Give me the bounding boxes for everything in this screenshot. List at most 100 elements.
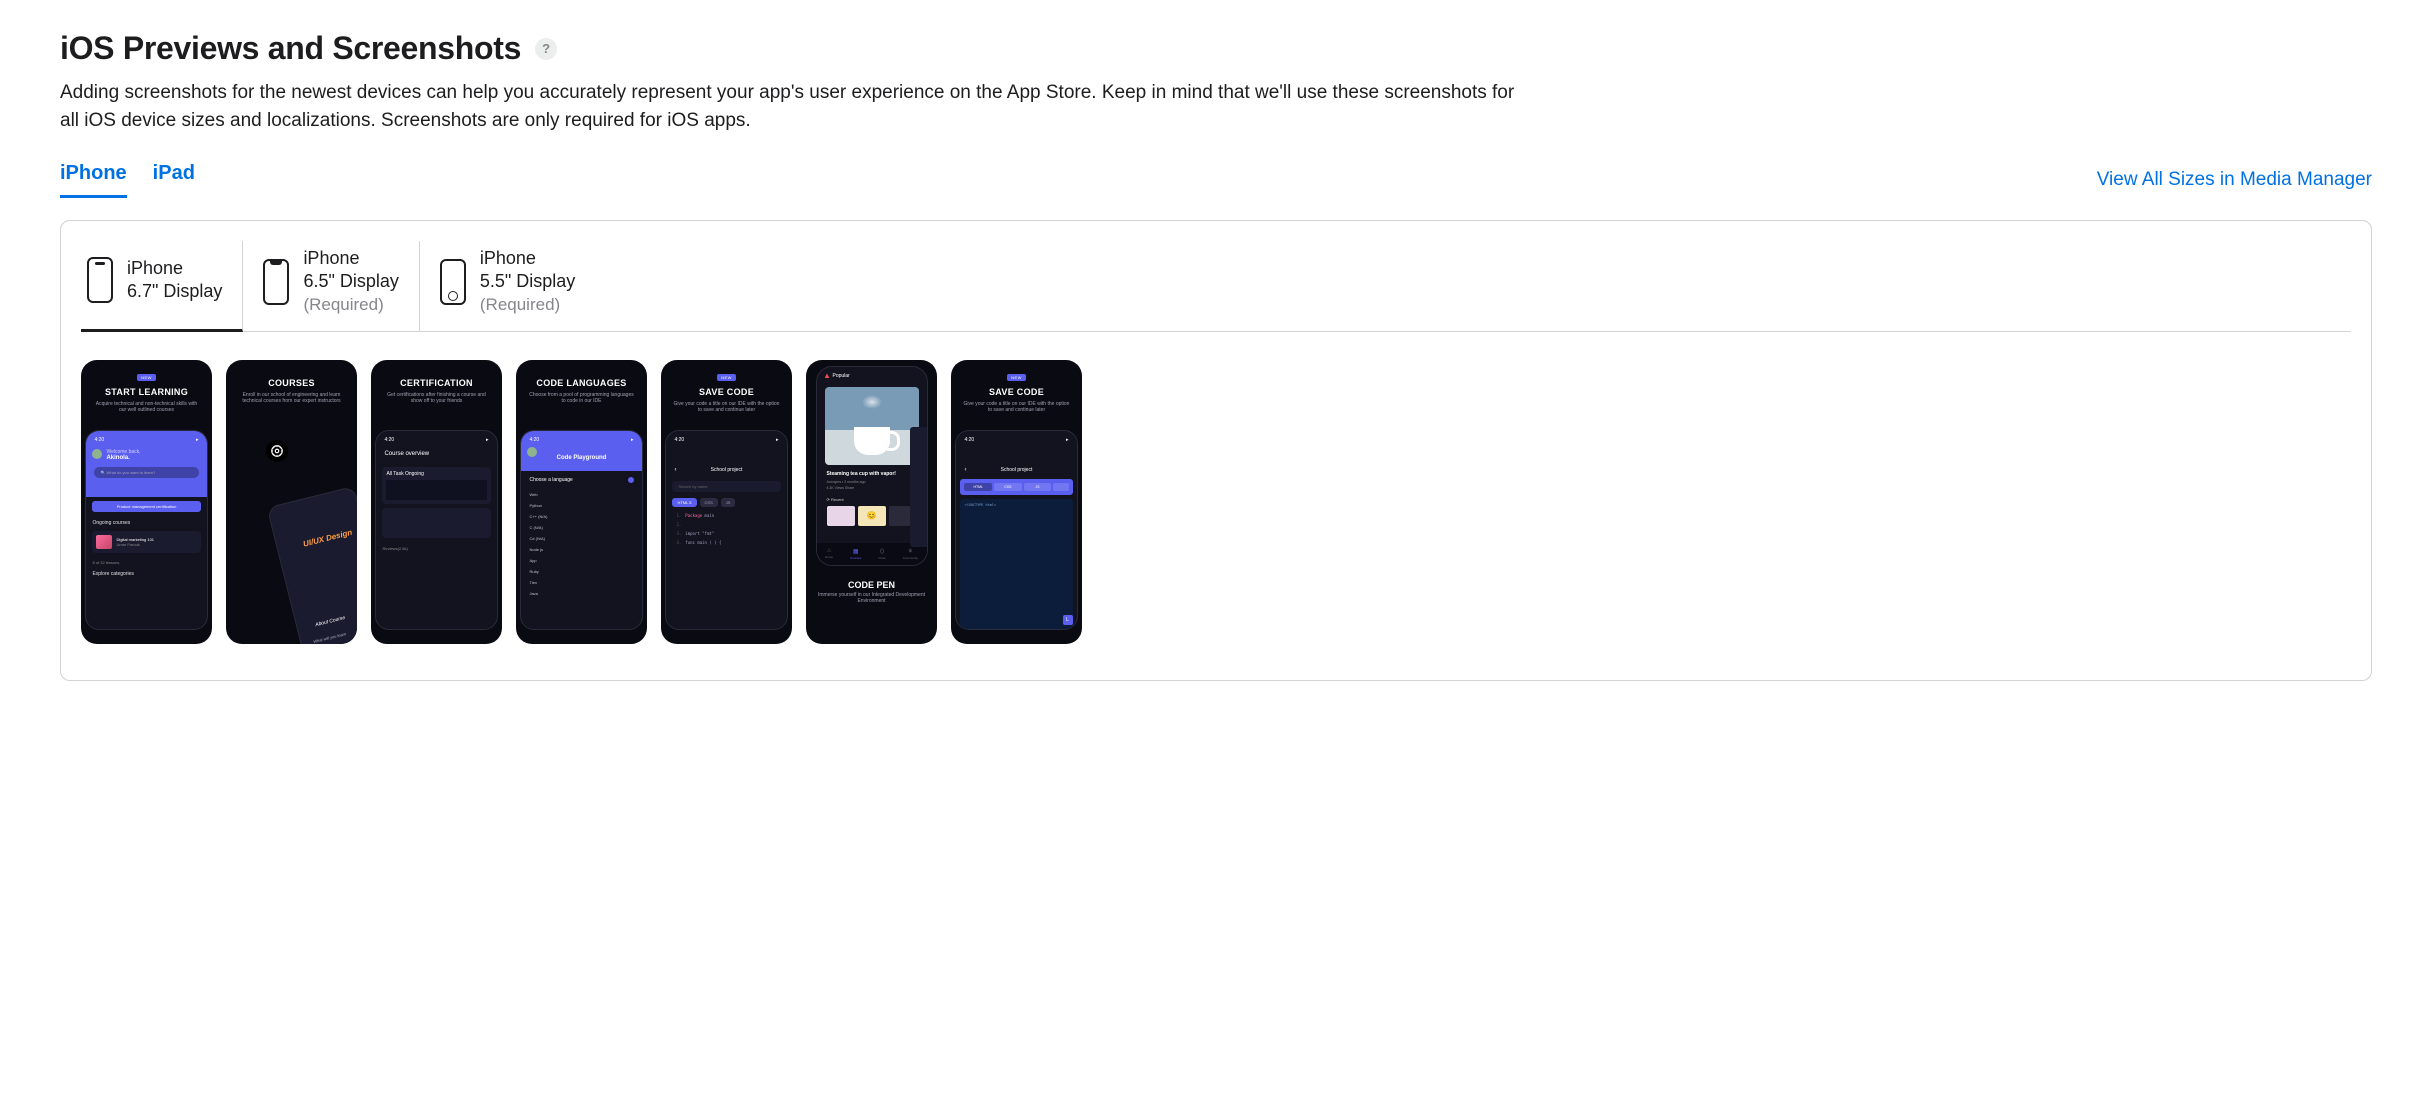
side-panel <box>910 427 928 547</box>
help-icon[interactable]: ? <box>535 38 557 60</box>
editor-tabs: HTML CSS JS <box>960 479 1072 495</box>
lang-item: C# (N/A) <box>529 533 633 544</box>
status-time: 4:20 <box>94 437 104 443</box>
screenshot-thumbnail[interactable]: CODE LANGUAGES Choose from a pool of pro… <box>516 360 647 644</box>
status-time: 4:20 <box>674 437 684 443</box>
tabs-row: iPhone iPad View All Sizes in Media Mana… <box>60 162 2372 198</box>
project-header: ‹ School project <box>956 445 1076 479</box>
editor-tab: JS <box>1024 483 1052 491</box>
search-input: Search by name <box>672 481 780 492</box>
project-title: School project <box>711 467 743 473</box>
page-title: iOS Previews and Screenshots <box>60 30 521 67</box>
status-icons: ▸ <box>196 437 199 443</box>
new-badge: NEW <box>1007 374 1026 381</box>
display-size-tabs: iPhone 6.7" Display iPhone 6.5" Display … <box>81 241 2351 332</box>
shot-subtitle: Get certifications after finishing a cou… <box>381 392 492 405</box>
screenshot-thumbnail[interactable]: NEW SAVE CODE Give your code a title on … <box>661 360 792 644</box>
editor-tab: CSS <box>994 483 1022 491</box>
screenshot-thumbnail[interactable]: COURSES Enroll in our school of engineer… <box>226 360 357 644</box>
overview-card <box>382 508 490 538</box>
size-tab-6-5[interactable]: iPhone 6.5" Display (Required) <box>243 241 419 332</box>
status-icons: ▸ <box>776 437 779 443</box>
phone-mockup: 4:20▸ ‹ School project Search by name HT… <box>665 430 787 630</box>
recent-thumb: 😊 <box>858 506 886 526</box>
bottom-nav: ⌂Home ▦Courses ⟨⟩Code ⚘Community <box>817 543 927 565</box>
lang-item: C++ (N/A) <box>529 511 633 522</box>
header-title: Code Playground <box>557 455 607 461</box>
explore-label: Explore categories <box>86 567 206 579</box>
shot-title: SAVE CODE <box>989 387 1044 397</box>
course-thumb <box>96 535 112 549</box>
status-time: 4:20 <box>964 437 974 443</box>
card-title: All Task Ongoing <box>386 471 486 477</box>
shot-title: COURSES <box>268 378 315 388</box>
lang-item: Node js <box>529 544 633 555</box>
nav-courses: ▦Courses <box>850 548 861 560</box>
status-icons: ▸ <box>486 437 489 443</box>
shot-title: START LEARNING <box>105 387 188 397</box>
size-tab-5-5[interactable]: iPhone 5.5" Display (Required) <box>420 241 595 332</box>
overview-card: All Task Ongoing <box>382 467 490 504</box>
lang-item: Python <box>529 500 633 511</box>
section-label: Ongoing courses <box>86 516 206 528</box>
tilted-phone-mockup: UI/UX Design About Course What will you … <box>267 486 357 644</box>
learn-label: What will you learn <box>313 631 347 644</box>
screenshot-list: NEW START LEARNING Acquire technical and… <box>81 360 2351 644</box>
user-name: Akinola. <box>106 455 198 461</box>
gear-icon <box>266 440 288 462</box>
reviews-label: Reviews(2.5k) <box>376 542 496 553</box>
screenshot-thumbnail[interactable]: Popular Steaming tea cup with vapor! Ano… <box>806 360 937 644</box>
screenshot-thumbnail[interactable]: NEW SAVE CODE Give your code a title on … <box>951 360 1082 644</box>
shot-title: CODE PEN <box>848 580 895 590</box>
shot-title: CERTIFICATION <box>400 378 473 388</box>
status-icons: ▸ <box>1066 437 1069 443</box>
phone-icon <box>87 257 113 303</box>
lang-item: Java <box>529 588 633 599</box>
shot-subtitle: Immerse yourself in our Integrated Devel… <box>812 592 931 604</box>
media-manager-link[interactable]: View All Sizes in Media Manager <box>2097 169 2372 191</box>
size-device-label: iPhone <box>480 247 575 270</box>
lang-item: Tlex <box>529 577 633 588</box>
new-badge: NEW <box>717 374 736 381</box>
size-display-label: 5.5" Display <box>480 270 575 293</box>
course-card: Digital marketing 101 Umar Farouk <box>92 531 200 553</box>
status-time: 4:20 <box>529 437 539 443</box>
status-time: 4:20 <box>384 437 394 443</box>
code-line: 1.Package main <box>666 511 786 520</box>
code-line: 2. <box>666 520 786 529</box>
screenshot-thumbnail[interactable]: CERTIFICATION Get certifications after f… <box>371 360 502 644</box>
phone-icon <box>263 259 289 305</box>
category-label: UI/UX Design <box>302 529 353 550</box>
project-title: School project <box>1001 467 1033 473</box>
logo-badge: L <box>1063 615 1073 625</box>
course-author: Umar Farouk <box>116 542 154 547</box>
screenshots-panel: iPhone 6.7" Display iPhone 6.5" Display … <box>60 220 2372 681</box>
code-line: <!DOCTYPE html> <box>964 503 1068 507</box>
page-description: Adding screenshots for the newest device… <box>60 79 1520 134</box>
language-list: Web Python C++ (N/A) C (N/A) C# (N/A) No… <box>521 485 641 603</box>
project-header: ‹ School project <box>666 445 786 479</box>
tab-ipad[interactable]: iPad <box>153 162 195 198</box>
code-line: 4.func main ( ) { <box>666 538 786 547</box>
shot-subtitle: Give your code a title on our IDE with t… <box>671 401 782 414</box>
phone-mockup: 4:20▸ Welcome back, Akinola. 🔍 What do y… <box>85 430 207 630</box>
shot-subtitle: Enroll in our school of engineering and … <box>236 392 347 405</box>
new-badge: NEW <box>137 374 156 381</box>
search-input: 🔍 What do you want to learn? <box>94 467 198 478</box>
phone-mockup: Popular Steaming tea cup with vapor! Ano… <box>816 366 928 566</box>
nav-community: ⚘Community <box>903 548 918 560</box>
lang-item: Web <box>529 489 633 500</box>
size-tab-6-7[interactable]: iPhone 6.7" Display <box>81 241 243 332</box>
shot-title: CODE LANGUAGES <box>536 378 626 388</box>
back-icon: ‹ <box>964 467 966 473</box>
shot-title: SAVE CODE <box>699 387 754 397</box>
size-display-label: 6.5" Display <box>303 270 398 293</box>
tab-iphone[interactable]: iPhone <box>60 162 127 198</box>
status-icons: ▸ <box>631 437 634 443</box>
back-icon: ‹ <box>674 467 676 473</box>
nav-code: ⟨⟩Code <box>878 548 885 560</box>
screenshot-thumbnail[interactable]: NEW START LEARNING Acquire technical and… <box>81 360 212 644</box>
pill: CSS <box>700 498 718 507</box>
shot-subtitle: Acquire technical and non-technical skil… <box>91 401 202 414</box>
promo-banner: Product management certification <box>92 501 200 512</box>
